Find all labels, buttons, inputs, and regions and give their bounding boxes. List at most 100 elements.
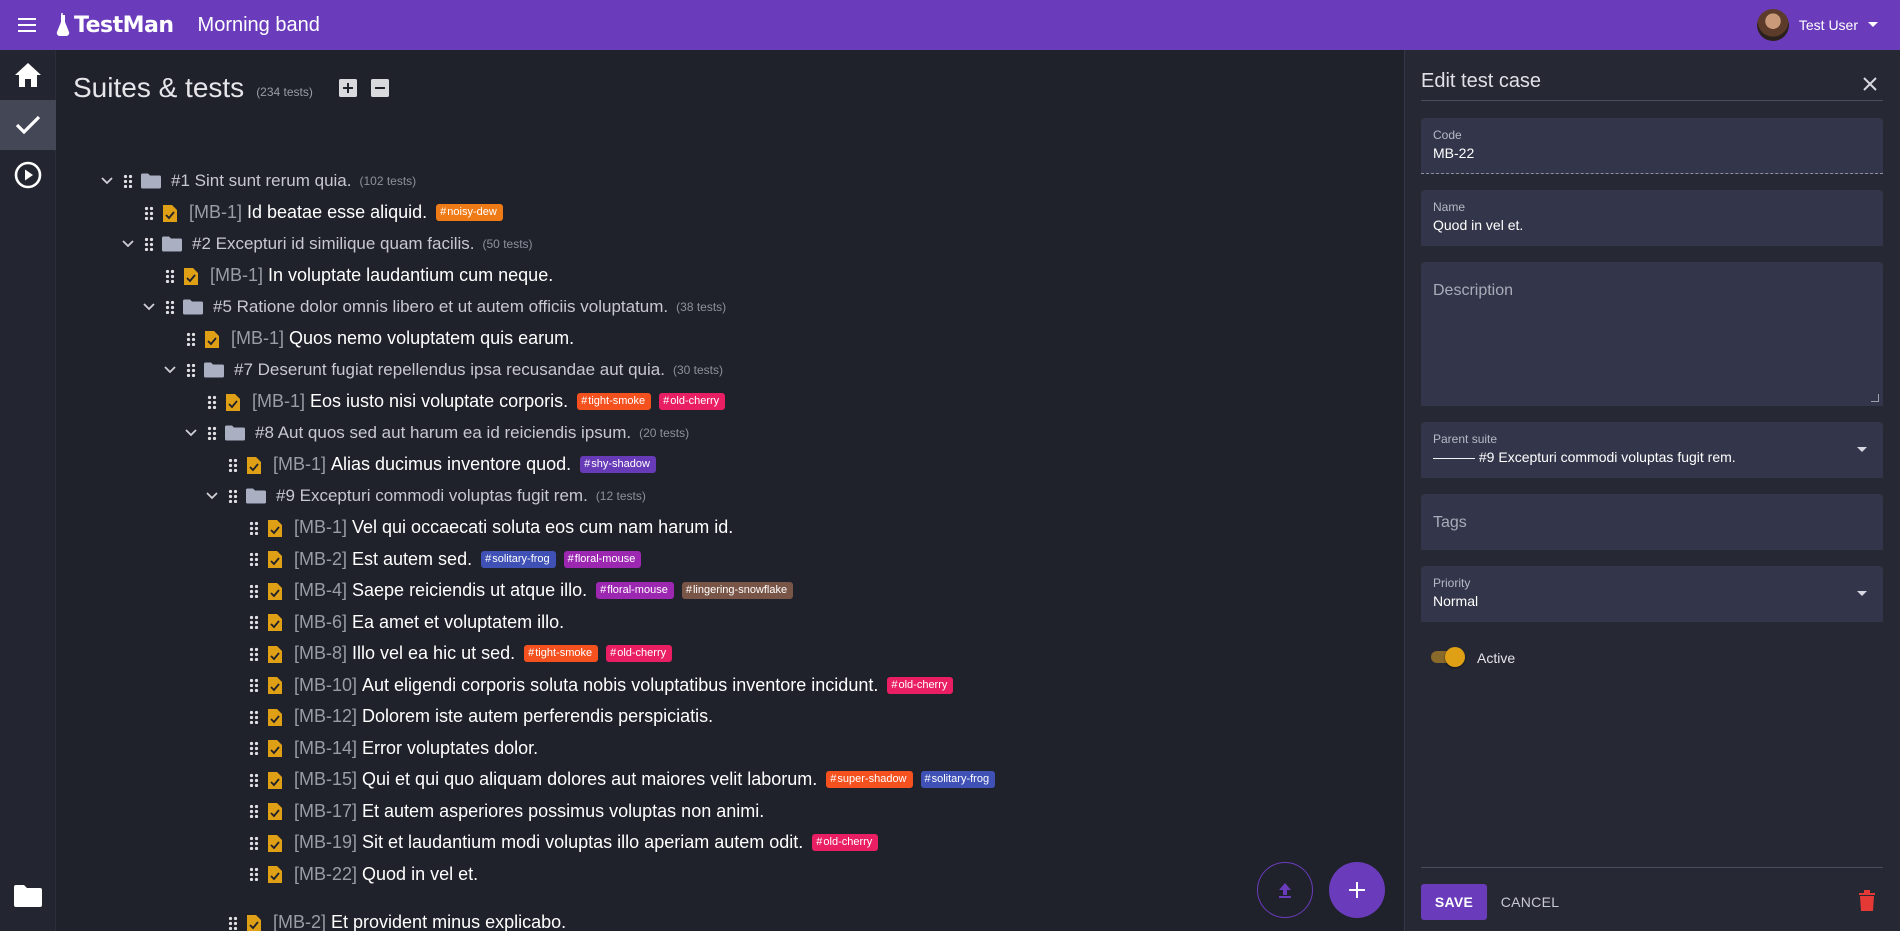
suite-row[interactable]: #9 Excepturi commodi voluptas fugit rem.… [202, 483, 646, 509]
tag-chip[interactable]: #noisy-dew [436, 204, 503, 221]
test-case-row[interactable]: [MB-1] Eos iusto nisi voluptate corporis.… [201, 389, 726, 415]
tag-chip[interactable]: #lingering-snowflake [681, 582, 794, 599]
drag-handle-icon[interactable] [249, 867, 259, 881]
description-field[interactable]: Description [1421, 262, 1883, 406]
test-case-row[interactable]: [MB-14] Error voluptates dolor. [243, 735, 538, 761]
active-toggle[interactable] [1429, 647, 1465, 667]
drag-handle-icon[interactable] [228, 915, 238, 930]
suite-row[interactable]: #8 Aut quos sed aut harum ea id reiciend… [181, 420, 689, 446]
chevron-down-icon[interactable] [202, 483, 222, 509]
chevron-down-icon[interactable] [97, 168, 117, 194]
tags-field[interactable]: Tags [1421, 494, 1883, 550]
drag-handle-icon[interactable] [249, 804, 259, 818]
test-case-row[interactable]: [MB-4] Saepe reiciendis ut atque illo. #fl… [243, 578, 794, 604]
test-case-row[interactable]: [MB-1] Alias ducimus inventore quod. #shy-… [222, 452, 656, 478]
drag-handle-icon[interactable] [249, 678, 259, 692]
tag-label: lingering-snowflake [692, 584, 788, 596]
drag-handle-icon[interactable] [123, 174, 133, 188]
tag-chip[interactable]: #old-cherry [606, 645, 673, 662]
drag-handle-icon[interactable] [186, 331, 196, 346]
suite-row[interactable]: #1 Sint sunt rerum quia. (102 tests) [97, 168, 416, 194]
suite-row[interactable]: #5 Ratione dolor omnis libero et ut aute… [139, 294, 726, 320]
nav-runs[interactable] [0, 150, 56, 200]
import-button[interactable] [1257, 862, 1313, 918]
close-button[interactable] [1858, 72, 1882, 96]
nav-tests[interactable] [0, 100, 56, 150]
drag-handle-icon[interactable] [165, 268, 175, 283]
test-case-row[interactable]: [MB-8] Illo vel ea hic ut sed. #tight-smok… [243, 641, 673, 667]
upload-icon [1279, 883, 1291, 898]
test-case-row[interactable]: [MB-12] Dolorem iste autem perferendis pe… [243, 704, 713, 730]
resize-handle[interactable] [1871, 394, 1879, 402]
chevron-down-icon[interactable] [181, 420, 201, 446]
drag-handle-icon[interactable] [249, 615, 259, 629]
name-field[interactable]: Name Quod in vel et. [1421, 190, 1883, 246]
test-case-row[interactable]: [MB-19] Sit et laudantium modi voluptas i… [243, 830, 879, 856]
tag-chip[interactable]: #shy-shadow [580, 456, 656, 473]
drag-handle-icon[interactable] [249, 583, 259, 598]
drag-handle-icon[interactable] [207, 426, 217, 440]
suite-test-count: (20 tests) [639, 426, 690, 440]
test-case-row[interactable]: [MB-1] In voluptate laudantium cum neque. [159, 263, 553, 289]
test-case-row[interactable]: [MB-22] Quod in vel et. [243, 861, 478, 887]
chevron-down-icon[interactable] [118, 231, 138, 257]
drag-handle-icon[interactable] [249, 646, 259, 661]
drag-handle-icon[interactable] [228, 457, 238, 472]
tag-chip[interactable]: #old-cherry [887, 676, 954, 694]
drag-handle-icon[interactable] [186, 363, 196, 377]
save-button[interactable]: SAVE [1421, 884, 1487, 920]
tag-label: shy-shadow [591, 458, 650, 470]
drag-handle-icon[interactable] [249, 709, 259, 724]
delete-button[interactable] [1858, 890, 1880, 914]
parent-suite-select[interactable]: Parent suite ——— #9 Excepturi commodi vo… [1421, 422, 1883, 478]
app-logo[interactable]: TestMan [56, 13, 174, 38]
nav-home[interactable] [0, 50, 56, 100]
expand-all-button[interactable] [338, 79, 357, 97]
cancel-button[interactable]: CANCEL [1495, 884, 1565, 920]
menu-button[interactable] [0, 0, 56, 50]
tag-chip[interactable]: #solitary-frog [481, 550, 556, 568]
code-field[interactable]: Code MB-22 [1421, 118, 1883, 174]
drag-handle-icon[interactable] [249, 772, 259, 787]
test-case-row[interactable]: [MB-1] Vel qui occaecati soluta eos cum n… [243, 515, 733, 541]
drag-handle-icon[interactable] [228, 489, 238, 503]
priority-select[interactable]: Priority Normal [1421, 566, 1883, 622]
test-case-row[interactable]: [MB-6] Ea amet et voluptatem illo. [243, 609, 564, 635]
tag-chip[interactable]: #tight-smoke [524, 645, 599, 662]
test-case-name: Alias ducimus inventore quod. [331, 454, 572, 474]
drag-handle-icon[interactable] [144, 237, 154, 251]
tag-chip[interactable]: #floral-mouse [596, 582, 674, 599]
tag-chip[interactable]: #floral-mouse [563, 550, 642, 568]
tag-chip[interactable]: #old-cherry [659, 393, 726, 410]
test-case-row[interactable]: [MB-1] Id beatae esse aliquid. #noisy-dew [138, 200, 503, 226]
drag-handle-icon[interactable] [249, 835, 259, 850]
test-case-row[interactable]: [MB-2] Et provident minus explicabo. [222, 910, 566, 931]
drag-handle-icon[interactable] [249, 741, 259, 755]
suite-row[interactable]: #2 Excepturi id similique quam facilis. (… [118, 231, 533, 257]
test-case-code: [MB-1] [252, 391, 306, 411]
test-case-row[interactable]: [MB-17] Et autem asperiores possimus volu… [243, 798, 764, 824]
tag-chip[interactable]: #tight-smoke [577, 393, 652, 410]
drag-handle-icon[interactable] [144, 205, 154, 220]
test-case-row[interactable]: [MB-1] Quos nemo voluptatem quis earum. [180, 326, 574, 352]
drag-handle-icon[interactable] [165, 300, 175, 314]
tag-chip[interactable]: #old-cherry [812, 834, 879, 851]
nav-projects[interactable] [0, 871, 56, 921]
test-case-row[interactable]: [MB-10] Aut eligendi corporis soluta nobi… [243, 672, 954, 698]
test-case-icon [246, 913, 262, 931]
test-case-row[interactable]: [MB-15] Qui et qui quo aliquam dolores au… [243, 767, 996, 793]
drag-handle-icon[interactable] [249, 552, 259, 566]
test-case-row[interactable]: [MB-2] Est autem sed. #solitary-frog #flora… [243, 546, 642, 572]
chevron-down-icon[interactable] [139, 294, 159, 320]
user-menu[interactable]: Test User [1756, 9, 1878, 41]
drag-handle-icon[interactable] [207, 394, 217, 409]
suite-row[interactable]: #7 Deserunt fugiat repellendus ipsa recu… [160, 357, 723, 383]
description-label: Description [1433, 282, 1514, 299]
tag-chip[interactable]: #super-shadow [826, 771, 913, 788]
collapse-all-button[interactable] [370, 79, 389, 97]
chevron-down-icon[interactable] [160, 357, 180, 383]
drag-handle-icon[interactable] [249, 520, 259, 535]
test-case-name: Dolorem iste autem perferendis perspicia… [362, 706, 714, 726]
add-button[interactable] [1329, 862, 1385, 918]
tag-chip[interactable]: #solitary-frog [920, 771, 996, 788]
